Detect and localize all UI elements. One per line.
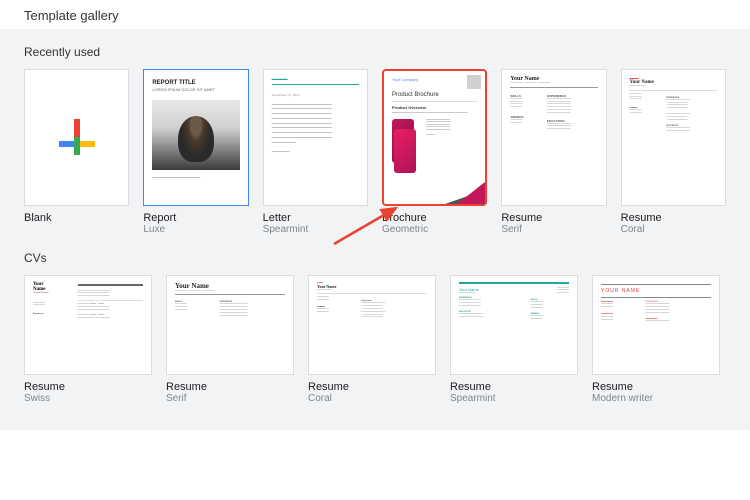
template-name: Brochure [382, 212, 487, 224]
template-resume-coral[interactable]: ▬▬▬ Your Name ▬▬▬▬▬▬▬▬ ▬▬▬▬▬▬▬▬▬▬▬▬▬▬▬▬▬… [621, 69, 726, 235]
resume-name: YOUR NAME [601, 288, 711, 294]
template-resume-modern-cv[interactable]: YOUR NAME ▬▬▬▬▬▬ ▬▬▬▬▬▬▬▬▬▬▬▬ ▬▬▬▬▬▬ ▬▬▬… [592, 275, 720, 404]
thumb-report: REPORT TITLE LOREM IPSUM DOLOR SIT AMET … [143, 69, 248, 206]
plus-icon [59, 119, 95, 155]
template-blank[interactable]: Blank [24, 69, 129, 235]
row-cvs: YourName Position Manager ▬▬▬▬▬▬▬▬▬▬▬▬ E… [24, 275, 726, 404]
template-name: Resume [501, 212, 606, 224]
thumb-resume-modern-cv: YOUR NAME ▬▬▬▬▬▬ ▬▬▬▬▬▬▬▬▬▬▬▬ ▬▬▬▬▬▬ ▬▬▬… [592, 275, 720, 375]
template-name: Resume [166, 381, 294, 393]
template-name: Resume [621, 212, 726, 224]
template-sub: Serif [501, 224, 606, 235]
brochure-sub: Product Overview [392, 105, 477, 110]
section-cvs: CVs [24, 251, 726, 265]
report-title: REPORT TITLE [152, 80, 239, 86]
template-name: Resume [450, 381, 578, 393]
template-sub: Modern writer [592, 393, 720, 404]
resume-name: Your Name [175, 282, 285, 290]
brochure-title: Product Brochure [392, 92, 477, 98]
template-sub: Coral [621, 224, 726, 235]
template-sub: Serif [166, 393, 294, 404]
thumb-resume-coral-cv: ▬▬▬ Your Name ▬▬▬▬▬▬▬ ▬▬▬▬▬▬▬▬▬▬▬▬ ▬▬▬▬ … [308, 275, 436, 375]
template-report[interactable]: REPORT TITLE LOREM IPSUM DOLOR SIT AMET … [143, 69, 248, 235]
template-resume-coral-cv[interactable]: ▬▬▬ Your Name ▬▬▬▬▬▬▬ ▬▬▬▬▬▬▬▬▬▬▬▬ ▬▬▬▬ … [308, 275, 436, 404]
template-resume-serif-cv[interactable]: Your Name ▬▬▬▬▬▬ · ▬▬▬▬▬▬ · ▬▬▬▬▬▬ SKILL… [166, 275, 294, 404]
thumb-resume-serif: Your Name ▬▬▬▬▬▬ · ▬▬▬▬▬▬ · ▬▬▬▬▬▬ SKILL… [501, 69, 606, 206]
template-letter[interactable]: ▬▬▬▬ September XX, 20XX ▬▬▬▬▬▬▬▬▬▬▬▬▬▬▬▬… [263, 69, 368, 235]
template-name: Resume [592, 381, 720, 393]
template-sub: Luxe [143, 224, 248, 235]
template-resume-swiss[interactable]: YourName Position Manager ▬▬▬▬▬▬▬▬▬▬▬▬ E… [24, 275, 152, 404]
thumb-brochure: Your Company Product Brochure Product Ov… [382, 69, 487, 206]
template-name: Report [143, 212, 248, 224]
row-recently-used: Blank REPORT TITLE LOREM IPSUM DOLOR SIT… [24, 69, 726, 235]
template-resume-spearmint-cv[interactable]: Your Name ▬▬▬▬▬▬▬▬ EXPERIENCE ■ ▬▬▬▬▬▬▬▬… [450, 275, 578, 404]
template-name: Resume [24, 381, 152, 393]
template-brochure[interactable]: Your Company Product Brochure Product Ov… [382, 69, 487, 235]
thumb-resume-spearmint-cv: Your Name ▬▬▬▬▬▬▬▬ EXPERIENCE ■ ▬▬▬▬▬▬▬▬… [450, 275, 578, 375]
page-title: Template gallery [0, 0, 750, 29]
template-name: Resume [308, 381, 436, 393]
template-sub: Coral [308, 393, 436, 404]
template-sub: Spearmint [263, 224, 368, 235]
template-sub: Swiss [24, 393, 152, 404]
report-subtitle: LOREM IPSUM DOLOR SIT AMET [152, 87, 239, 92]
template-sub: Geometric [382, 224, 487, 235]
gallery-content: Recently used Blank REPORT TITLE LOREM I… [0, 29, 750, 430]
thumb-resume-swiss: YourName Position Manager ▬▬▬▬▬▬▬▬▬▬▬▬ E… [24, 275, 152, 375]
template-name: Letter [263, 212, 368, 224]
template-resume-serif[interactable]: Your Name ▬▬▬▬▬▬ · ▬▬▬▬▬▬ · ▬▬▬▬▬▬ SKILL… [501, 69, 606, 235]
template-sub: Spearmint [450, 393, 578, 404]
thumb-blank [24, 69, 129, 206]
thumb-resume-coral: ▬▬▬ Your Name ▬▬▬▬▬▬▬▬ ▬▬▬▬▬▬▬▬▬▬▬▬▬▬▬▬▬… [621, 69, 726, 206]
section-recently-used: Recently used [24, 45, 726, 59]
thumb-letter: ▬▬▬▬ September XX, 20XX ▬▬▬▬▬▬▬▬▬▬▬▬▬▬▬▬… [263, 69, 368, 206]
thumb-resume-serif-cv: Your Name ▬▬▬▬▬▬ · ▬▬▬▬▬▬ · ▬▬▬▬▬▬ SKILL… [166, 275, 294, 375]
template-name: Blank [24, 212, 129, 224]
